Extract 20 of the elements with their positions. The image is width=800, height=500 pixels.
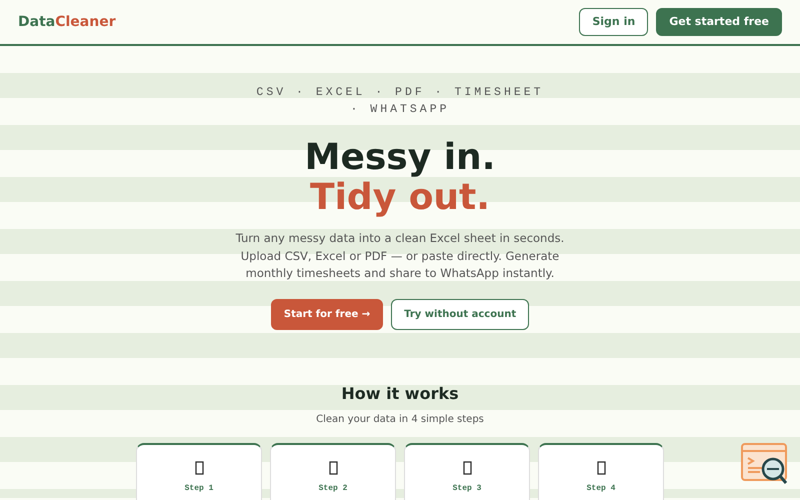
placeholder-icon xyxy=(328,460,338,474)
placeholder-icon xyxy=(462,460,472,474)
step-label: Step 2 xyxy=(318,482,348,494)
section-subtitle: Clean your data in 4 simple steps xyxy=(316,412,484,426)
placeholder-icon xyxy=(194,460,204,474)
start-button[interactable]: Start for free → xyxy=(270,298,384,330)
hero-title: Messy in. xyxy=(304,138,496,178)
code-search-icon[interactable] xyxy=(740,442,790,486)
section-title: How it works xyxy=(341,382,459,404)
step-label: Step 3 xyxy=(452,482,482,494)
placeholder-icon xyxy=(596,460,606,474)
get-started-button[interactable]: Get started free xyxy=(656,8,782,36)
sign-in-button[interactable]: Sign in xyxy=(579,8,648,36)
formats-text: CSV · EXCEL · PDF · TIMESHEET · WHATSAPP xyxy=(255,85,545,118)
try-button[interactable]: Try without account xyxy=(391,298,530,330)
step-label: Step 1 xyxy=(184,482,214,494)
hero-description: Turn any messy data into a clean Excel sheet in seconds. Upload CSV, Excel or PDF — or paste directly. Generate monthly timesheets and share to WhatsApp instantly. xyxy=(234,230,566,282)
step-label: Step 4 xyxy=(586,482,616,494)
brand-logo[interactable]: DataCleaner xyxy=(18,12,116,32)
hero-title: Tidy out. xyxy=(310,178,490,218)
